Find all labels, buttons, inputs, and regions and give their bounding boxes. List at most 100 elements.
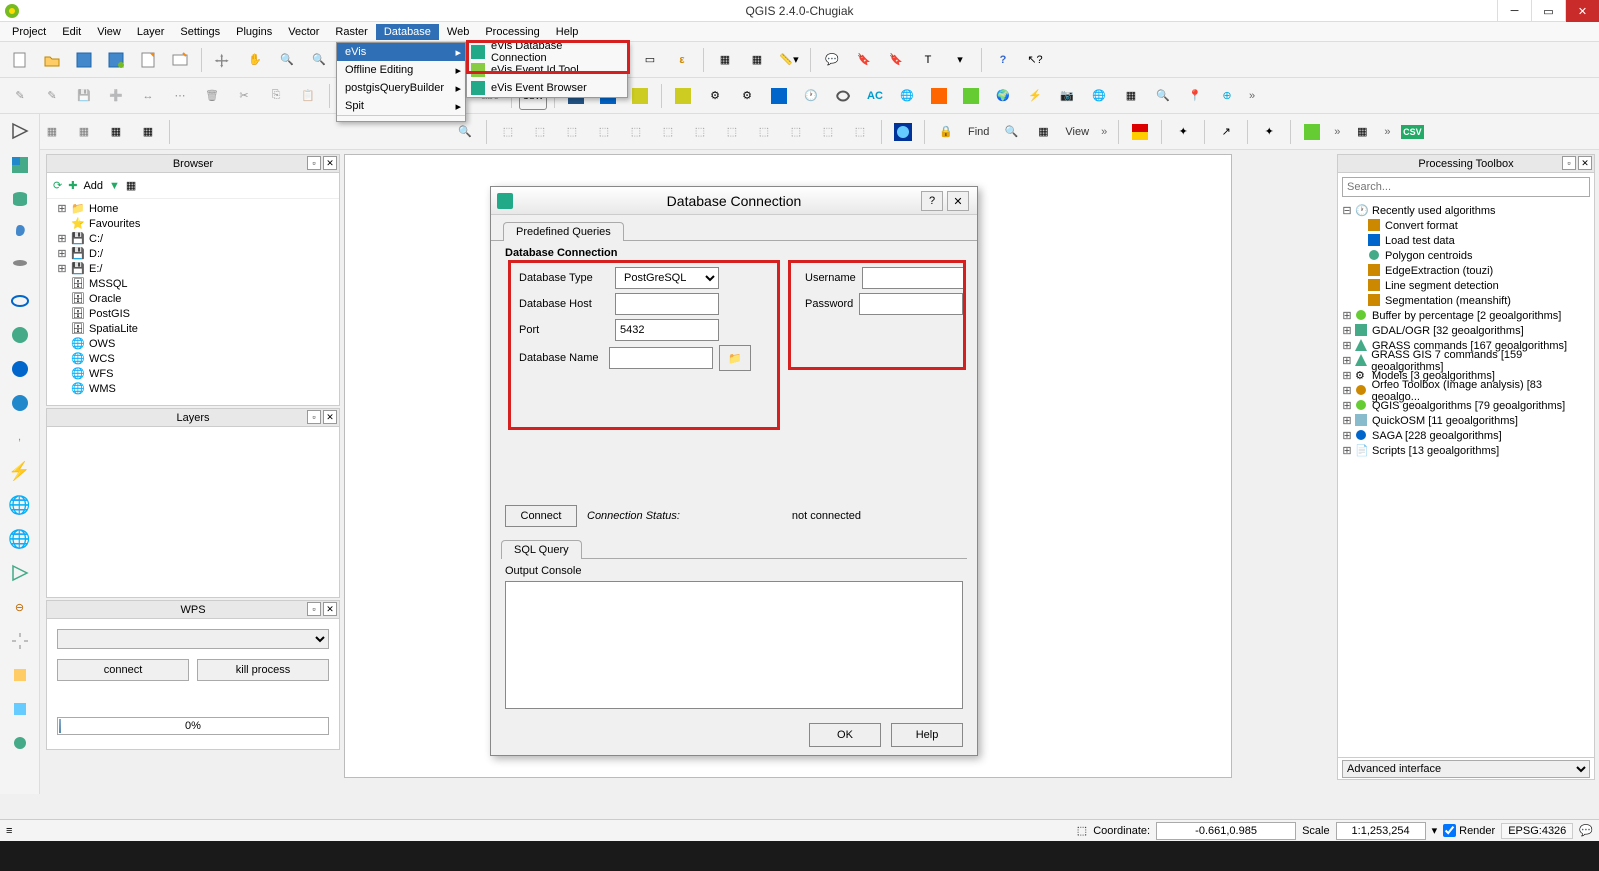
browser-refresh-icon[interactable]: ⟳ <box>53 179 62 192</box>
layers-body[interactable] <box>47 427 339 597</box>
pan-to-selection-icon[interactable]: ✋ <box>241 46 269 74</box>
node-tool-icon[interactable]: ⋯ <box>166 82 194 110</box>
find-list-icon[interactable]: ▦ <box>1029 118 1057 146</box>
tree-item-favourites[interactable]: ⭐Favourites <box>51 216 335 231</box>
browser-filter-icon[interactable]: ▼ <box>109 180 120 192</box>
tb3-icon16[interactable]: ⬚ <box>814 118 842 146</box>
tree-item-mssql[interactable]: 🗄MSSQL <box>51 276 335 291</box>
db-type-select[interactable]: PostGreSQL <box>615 267 719 289</box>
tb3-icon18[interactable]: ✦ <box>1169 118 1197 146</box>
render-checkbox[interactable]: Render <box>1443 824 1495 837</box>
tb3-icon12[interactable]: ⬚ <box>686 118 714 146</box>
tab-sql-query[interactable]: SQL Query <box>501 540 582 559</box>
tb3-icon10[interactable]: ⬚ <box>622 118 650 146</box>
tb3-icon3[interactable]: ▦ <box>70 118 98 146</box>
menu-processing[interactable]: Processing <box>477 24 547 40</box>
annotation-dropdown-icon[interactable]: ▾ <box>946 46 974 74</box>
add-wcs-icon[interactable] <box>7 356 33 382</box>
menu-raster[interactable]: Raster <box>327 24 375 40</box>
dialog-help-button-2[interactable]: Help <box>891 723 963 747</box>
evis-event-id[interactable]: eVis Event Id Tool <box>467 61 627 79</box>
tree-item-ows[interactable]: 🌐OWS <box>51 336 335 351</box>
wps-connect-button[interactable]: connect <box>57 659 189 681</box>
tb3-overflow2-icon[interactable]: » <box>1380 126 1394 138</box>
browser-collapse-button[interactable]: ▫ <box>307 156 321 170</box>
wps-server-select[interactable] <box>57 629 329 649</box>
tb3-icon19[interactable]: ↗ <box>1212 118 1240 146</box>
toolbar-overflow-icon[interactable]: » <box>1245 90 1259 102</box>
plugin8-icon[interactable]: 🕐 <box>797 82 825 110</box>
plugin5-icon[interactable]: ⚙ <box>701 82 729 110</box>
tb3-icon6[interactable]: ⬚ <box>494 118 522 146</box>
new-print-composer-icon[interactable] <box>134 46 162 74</box>
dialog-ok-button[interactable]: OK <box>809 723 881 747</box>
toolbox-interface-select[interactable]: Advanced interface <box>1342 760 1590 778</box>
tb3-color-icon[interactable] <box>1126 118 1154 146</box>
epsg-button[interactable]: EPSG:4326 <box>1501 823 1573 839</box>
move-feature-icon[interactable]: ↔ <box>134 82 162 110</box>
tree-item-c[interactable]: ⊞💾C:/ <box>51 231 335 246</box>
close-button[interactable]: ✕ <box>1565 0 1599 22</box>
evis-event-browser[interactable]: eVis Event Browser <box>467 79 627 97</box>
help-whatsthis-icon[interactable]: ? <box>989 46 1017 74</box>
add-raster-icon[interactable] <box>7 152 33 178</box>
scale-lock-icon[interactable]: ▾ <box>1432 824 1438 837</box>
lightning-icon[interactable]: ⚡ <box>7 458 33 484</box>
browser-tree[interactable]: ⊞📁Home ⭐Favourites ⊞💾C:/ ⊞💾D:/ ⊞💾E:/ 🗄MS… <box>47 199 339 403</box>
menu-project[interactable]: Project <box>4 24 54 40</box>
tree-item-wms[interactable]: 🌐WMS <box>51 381 335 396</box>
tb3-icon5[interactable]: ▦ <box>134 118 162 146</box>
dialog-close-button[interactable]: ✕ <box>947 191 969 211</box>
scale-input[interactable] <box>1336 822 1426 840</box>
remove-layer-icon[interactable]: ⊖ <box>7 594 33 620</box>
add-vector-icon[interactable] <box>7 118 33 144</box>
view-overflow-icon[interactable]: » <box>1097 126 1111 138</box>
expression-select-icon[interactable]: ε <box>668 46 696 74</box>
add-postgis-icon[interactable] <box>7 186 33 212</box>
layers-collapse-button[interactable]: ▫ <box>307 410 321 424</box>
menu-edit[interactable]: Edit <box>54 24 89 40</box>
paste-icon[interactable]: 📋 <box>294 82 322 110</box>
tb3-icon17[interactable]: ⬚ <box>846 118 874 146</box>
plugin11-icon[interactable] <box>925 82 953 110</box>
csv-icon[interactable]: CSV <box>1398 118 1426 146</box>
open-table-icon[interactable]: ▦ <box>711 46 739 74</box>
username-input[interactable] <box>862 267 966 289</box>
plugin3-icon[interactable] <box>626 82 654 110</box>
edit-save-icon[interactable]: ✎ <box>38 82 66 110</box>
toolbox-close-button[interactable]: ✕ <box>1578 156 1592 170</box>
tb3-icon4[interactable]: ▦ <box>102 118 130 146</box>
dialog-help-button[interactable]: ? <box>921 191 943 211</box>
add-wfs-icon[interactable] <box>7 390 33 416</box>
tb3-icon21[interactable] <box>1298 118 1326 146</box>
globe2-icon[interactable]: 🌐 <box>7 526 33 552</box>
misc2-icon[interactable] <box>7 696 33 722</box>
map-tips-icon[interactable]: 💬 <box>818 46 846 74</box>
delete-selected-icon[interactable]: 🗑 <box>198 82 226 110</box>
add-mssql-icon[interactable] <box>7 254 33 280</box>
toolbox-collapse-button[interactable]: ▫ <box>1562 156 1576 170</box>
menu-web[interactable]: Web <box>439 24 477 40</box>
plugin10-icon[interactable]: 🌐 <box>893 82 921 110</box>
db-menu-offline[interactable]: Offline Editing▸ <box>337 61 465 79</box>
toolbox-recent-5[interactable]: Segmentation (meanshift) <box>1342 293 1590 308</box>
save-project-icon[interactable] <box>70 46 98 74</box>
measure-icon[interactable]: 📏▾ <box>775 46 803 74</box>
globe-icon[interactable]: 🌐 <box>7 492 33 518</box>
misc1-icon[interactable] <box>7 662 33 688</box>
db-name-input[interactable] <box>609 347 713 369</box>
tb3-overflow1-icon[interactable]: » <box>1330 126 1344 138</box>
toolbox-group-6[interactable]: ⊞QGIS geoalgorithms [79 geoalgorithms] <box>1342 398 1590 413</box>
menu-help[interactable]: Help <box>548 24 587 40</box>
google-earth-icon[interactable] <box>889 118 917 146</box>
add-oracle-icon[interactable] <box>7 288 33 314</box>
tb3-icon13[interactable]: ⬚ <box>718 118 746 146</box>
plugin-ac-icon[interactable]: AC <box>861 82 889 110</box>
maximize-button[interactable]: ▭ <box>1531 0 1565 22</box>
bookmark-icon[interactable]: 🔖 <box>850 46 878 74</box>
toolbox-recent-0[interactable]: Convert format <box>1342 218 1590 233</box>
plugin16-icon[interactable]: 🌐 <box>1085 82 1113 110</box>
tree-item-home[interactable]: ⊞📁Home <box>51 201 335 216</box>
evis-db-connection[interactable]: eVis Database Connection <box>467 43 627 61</box>
coord-input[interactable] <box>1156 822 1296 840</box>
